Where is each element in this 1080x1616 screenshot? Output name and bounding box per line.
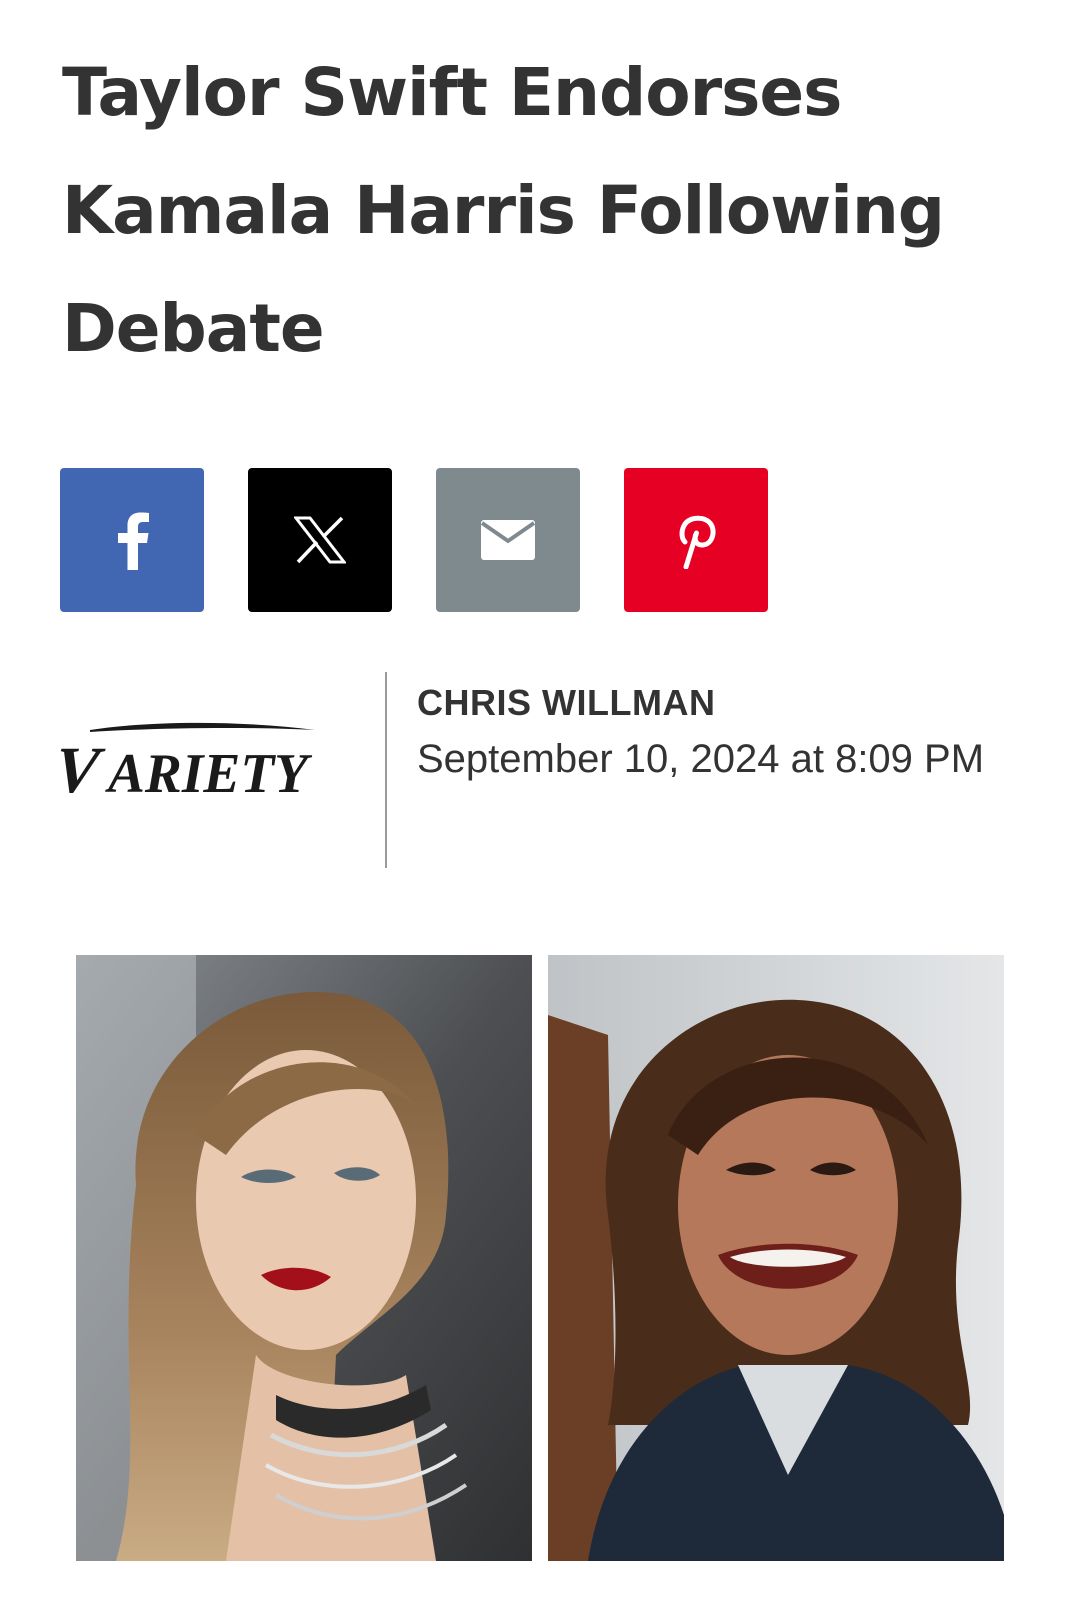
x-icon	[294, 516, 346, 564]
kamala-harris-photo	[548, 955, 1004, 1561]
article-image	[76, 955, 1004, 1561]
pinterest-share-button[interactable]	[624, 468, 768, 612]
taylor-swift-photo	[76, 955, 532, 1561]
byline: V ARIETY CHRIS WILLMAN September 10, 202…	[60, 672, 1020, 868]
facebook-icon	[118, 512, 149, 570]
x-share-button[interactable]	[248, 468, 392, 612]
publish-date: September 10, 2024 at 8:09 PM	[417, 737, 985, 781]
email-share-button[interactable]	[436, 468, 580, 612]
variety-logo: V ARIETY	[60, 722, 315, 802]
svg-text:V: V	[60, 734, 108, 802]
share-buttons	[60, 468, 768, 612]
article-title: Taylor Swift Endorses Kamala Harris Foll…	[62, 54, 945, 367]
pinterest-icon	[679, 515, 716, 569]
author-name[interactable]: CHRIS WILLMAN	[417, 682, 715, 724]
svg-text:ARIETY: ARIETY	[105, 743, 313, 802]
byline-divider	[385, 672, 387, 868]
email-icon	[481, 520, 535, 560]
facebook-share-button[interactable]	[60, 468, 204, 612]
